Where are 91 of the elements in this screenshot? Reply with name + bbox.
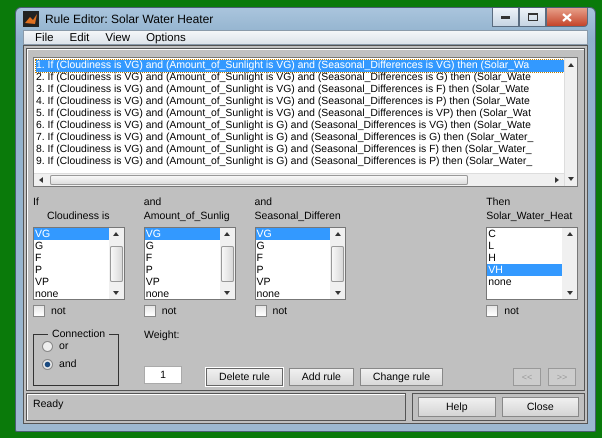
- not-label: not: [162, 304, 176, 318]
- up-arrow-icon[interactable]: [112, 231, 120, 237]
- status-text: Ready: [26, 393, 406, 421]
- list-option[interactable]: VP: [34, 276, 109, 288]
- list-option[interactable]: G: [256, 240, 330, 252]
- membership-list[interactable]: VG G F P VP none: [144, 227, 236, 300]
- radio-button[interactable]: [42, 358, 53, 370]
- not-label: not: [504, 304, 519, 318]
- close-button[interactable]: [546, 8, 588, 27]
- not-checkbox[interactable]: [486, 305, 498, 317]
- rule-action-button[interactable]: Change rule: [360, 368, 444, 386]
- rule-item[interactable]: 9. If (Cloudiness is VG) and (Amount_of_Sunlight is G) and (Seasonal_Differences is P) then (Solar_Water_: [36, 156, 564, 168]
- down-arrow-icon[interactable]: [112, 290, 120, 296]
- rule-item[interactable]: 3. If (Cloudiness is VG) and (Amount_of_Sunlight is VG) and (Seasonal_Differences is F) then (Solar_Wate: [36, 84, 564, 96]
- rule-item[interactable]: 4. If (Cloudiness is VG) and (Amount_of_Sunlight is VG) and (Seasonal_Differences is P) then (Solar_Wate: [36, 96, 564, 108]
- maximize-icon: [528, 13, 538, 21]
- membership-list[interactable]: VG G F P VP none: [33, 227, 125, 300]
- list-option[interactable]: none: [256, 288, 330, 299]
- dialog-button[interactable]: Help: [418, 397, 496, 417]
- rule-action-button[interactable]: Delete rule: [206, 368, 283, 386]
- variable-label: Seasonal_Differen: [254, 209, 342, 223]
- list-option[interactable]: P: [144, 264, 220, 276]
- maximize-button[interactable]: [519, 8, 546, 27]
- list-option[interactable]: VP: [256, 276, 330, 288]
- app-logo-icon: [23, 11, 39, 28]
- list-option[interactable]: none: [144, 288, 220, 299]
- left-arrow-icon[interactable]: [38, 176, 44, 184]
- list-option[interactable]: F: [34, 252, 109, 264]
- not-checkbox[interactable]: [144, 305, 156, 317]
- list-option[interactable]: F: [256, 252, 330, 264]
- weight-label: Weight:: [144, 328, 180, 342]
- list-option[interactable]: G: [34, 240, 109, 252]
- scroll-thumb[interactable]: [50, 175, 468, 185]
- right-arrow-icon[interactable]: [554, 176, 560, 184]
- rule-list[interactable]: [33, 57, 578, 187]
- weight-field[interactable]: 1: [144, 366, 182, 384]
- up-arrow-icon[interactable]: [567, 62, 575, 68]
- prefix-label: If: [33, 195, 40, 209]
- variable-label: Cloudiness is: [46, 209, 110, 223]
- prefix-label: Then: [486, 195, 512, 209]
- minimize-icon: [501, 16, 510, 18]
- list-option[interactable]: VP: [144, 276, 220, 288]
- up-arrow-icon[interactable]: [223, 231, 231, 237]
- not-checkbox[interactable]: [33, 305, 45, 317]
- prefix-label: and: [144, 195, 162, 209]
- down-arrow-icon[interactable]: [566, 290, 574, 296]
- membership-list[interactable]: VG G F P VP none: [254, 227, 346, 300]
- close-icon: [562, 12, 572, 22]
- up-arrow-icon[interactable]: [334, 231, 342, 237]
- list-option[interactable]: F: [144, 252, 220, 264]
- list-option[interactable]: P: [34, 264, 109, 276]
- prefix-label: and: [254, 195, 274, 209]
- window-title: Rule Editor: Solar Water Heater: [45, 12, 214, 26]
- up-arrow-icon[interactable]: [566, 231, 574, 237]
- rule-item[interactable]: 7. If (Cloudiness is VG) and (Amount_of_Sunlight is G) and (Seasonal_Differences is G) then (Solar_Water_: [36, 132, 564, 144]
- menu-item[interactable]: File: [27, 32, 62, 44]
- not-checkbox[interactable]: [254, 305, 266, 317]
- down-arrow-icon[interactable]: [223, 290, 231, 296]
- radio-button[interactable]: [42, 340, 53, 352]
- list-option[interactable]: C: [487, 228, 562, 240]
- list-option[interactable]: G: [144, 240, 220, 252]
- scroll-thumb[interactable]: [110, 246, 123, 282]
- radio-label: or: [59, 340, 68, 352]
- list-option[interactable]: none: [34, 288, 109, 299]
- menu-item[interactable]: Edit: [62, 32, 98, 44]
- rule-action-button[interactable]: Add rule: [288, 368, 354, 386]
- list-option[interactable]: none: [487, 276, 562, 288]
- menu-item[interactable]: View: [97, 32, 138, 44]
- variable-label: Amount_of_Sunlig: [144, 209, 231, 223]
- minimize-button[interactable]: [492, 8, 519, 27]
- scroll-thumb[interactable]: [220, 246, 234, 282]
- scroll-thumb[interactable]: [331, 246, 344, 282]
- list-option[interactable]: H: [487, 252, 562, 264]
- down-arrow-icon[interactable]: [334, 290, 342, 296]
- down-arrow-icon[interactable]: [567, 176, 575, 182]
- not-label: not: [51, 304, 66, 318]
- list-option[interactable]: L: [487, 240, 562, 252]
- rule-item[interactable]: 5. If (Cloudiness is VG) and (Amount_of_Sunlight is VG) and (Seasonal_Differences is VP) then (Solar_Wat: [36, 108, 564, 120]
- vertical-scrollbar[interactable]: [564, 58, 577, 186]
- horizontal-scrollbar[interactable]: [34, 173, 564, 186]
- list-option[interactable]: P: [256, 264, 330, 276]
- variable-label: Solar_Water_Heat: [486, 209, 574, 223]
- group-title: Connection: [51, 328, 106, 340]
- membership-list[interactable]: C L H VH none: [486, 227, 578, 300]
- radio-label: and: [59, 358, 77, 370]
- not-label: not: [272, 304, 288, 318]
- rule-item[interactable]: 2. If (Cloudiness is VG) and (Amount_of_Sunlight is VG) and (Seasonal_Differences is G) then (Solar_Wate: [36, 72, 564, 84]
- dialog-button[interactable]: Close: [502, 397, 579, 417]
- rule-item[interactable]: 6. If (Cloudiness is VG) and (Amount_of_Sunlight is G) and (Seasonal_Differences is VG) then (Solar_Wate: [36, 120, 564, 132]
- menu-item[interactable]: Options: [138, 32, 194, 44]
- rule-item[interactable]: 8. If (Cloudiness is VG) and (Amount_of_Sunlight is G) and (Seasonal_Differences is F) then (Solar_Water_: [36, 144, 564, 156]
